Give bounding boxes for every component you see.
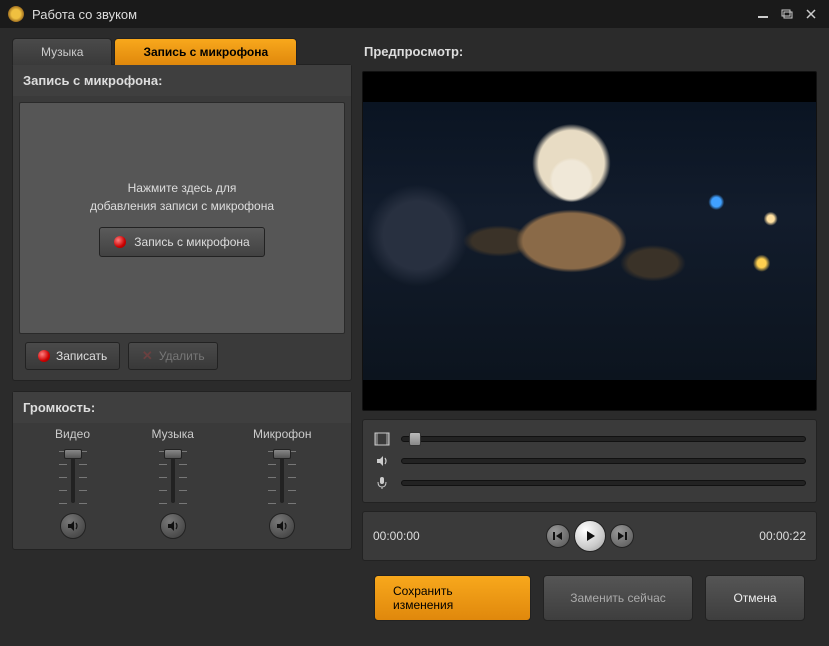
microphone-icon	[373, 476, 391, 490]
volume-mic-label: Микрофон	[253, 427, 311, 441]
play-icon	[583, 529, 597, 543]
record-button[interactable]: Записать	[25, 342, 120, 370]
mute-video-button[interactable]	[60, 513, 86, 539]
transport-panel: 00:00:00 00:00:22	[362, 511, 817, 561]
skip-back-icon	[552, 531, 564, 541]
volume-video-col: Видео	[53, 427, 93, 539]
save-button[interactable]: Сохранить изменения	[374, 575, 531, 621]
mute-mic-button[interactable]	[269, 513, 295, 539]
titlebar: Работа со звуком	[0, 0, 829, 28]
window-title: Работа со звуком	[32, 7, 749, 22]
prev-button[interactable]	[546, 524, 570, 548]
speaker-icon	[166, 519, 180, 533]
speaker-icon	[373, 454, 391, 468]
speaker-icon	[66, 519, 80, 533]
restore-icon	[781, 9, 793, 19]
tab-music[interactable]: Музыка	[12, 38, 112, 65]
cancel-button[interactable]: Отмена	[705, 575, 805, 621]
replace-now-button[interactable]: Заменить сейчас	[543, 575, 693, 621]
footer-buttons: Сохранить изменения Заменить сейчас Отме…	[362, 569, 817, 621]
volume-video-slider[interactable]	[53, 447, 93, 507]
tab-music-label: Музыка	[41, 45, 83, 59]
preview-header: Предпросмотр:	[362, 38, 817, 63]
close-button[interactable]	[801, 6, 821, 22]
record-from-mic-button[interactable]: Запись с микрофона	[99, 227, 264, 257]
volume-music-col: Музыка	[152, 427, 194, 539]
audio-level-slider[interactable]	[401, 458, 806, 464]
app-icon	[8, 6, 24, 22]
mic-record-panel: Запись с микрофона: Нажмите здесь для до…	[12, 64, 352, 381]
tab-mic-label: Запись с микрофона	[143, 45, 268, 59]
maximize-button[interactable]	[777, 6, 797, 22]
skip-forward-icon	[616, 531, 628, 541]
next-button[interactable]	[610, 524, 634, 548]
track-sliders-panel	[362, 419, 817, 503]
speaker-icon	[275, 519, 289, 533]
tab-bar: Музыка Запись с микрофона	[12, 38, 352, 65]
record-icon	[38, 350, 50, 362]
volume-music-label: Музыка	[152, 427, 194, 441]
delete-button[interactable]: ✕ Удалить	[128, 342, 218, 370]
delete-button-label: Удалить	[159, 349, 205, 363]
delete-icon: ✕	[142, 348, 153, 364]
mic-level-slider[interactable]	[401, 480, 806, 486]
volume-panel: Громкость: Видео	[12, 391, 352, 550]
play-button[interactable]	[574, 520, 606, 552]
slider-thumb[interactable]	[64, 449, 82, 459]
time-total: 00:00:22	[726, 529, 806, 543]
tab-mic[interactable]: Запись с микрофона	[114, 38, 297, 65]
minimize-icon	[757, 9, 769, 19]
slider-thumb[interactable]	[164, 449, 182, 459]
preview-image	[363, 102, 816, 380]
record-from-mic-label: Запись с микрофона	[134, 235, 249, 249]
volume-mic-col: Микрофон	[253, 427, 311, 539]
volume-header: Громкость:	[13, 392, 351, 423]
volume-music-slider[interactable]	[153, 447, 193, 507]
slider-thumb[interactable]	[273, 449, 291, 459]
preview-viewport[interactable]	[362, 71, 817, 411]
close-icon	[805, 8, 817, 20]
record-icon	[114, 236, 126, 248]
volume-video-label: Видео	[55, 427, 90, 441]
record-button-label: Записать	[56, 349, 107, 363]
record-drop-area[interactable]: Нажмите здесь для добавления записи с ми…	[19, 102, 345, 334]
mute-music-button[interactable]	[160, 513, 186, 539]
minimize-button[interactable]	[753, 6, 773, 22]
video-position-slider[interactable]	[401, 436, 806, 442]
film-icon	[373, 432, 391, 446]
mic-panel-header: Запись с микрофона:	[13, 65, 351, 96]
time-current: 00:00:00	[373, 529, 453, 543]
record-hint: Нажмите здесь для добавления записи с ми…	[90, 179, 274, 215]
volume-mic-slider[interactable]	[262, 447, 302, 507]
